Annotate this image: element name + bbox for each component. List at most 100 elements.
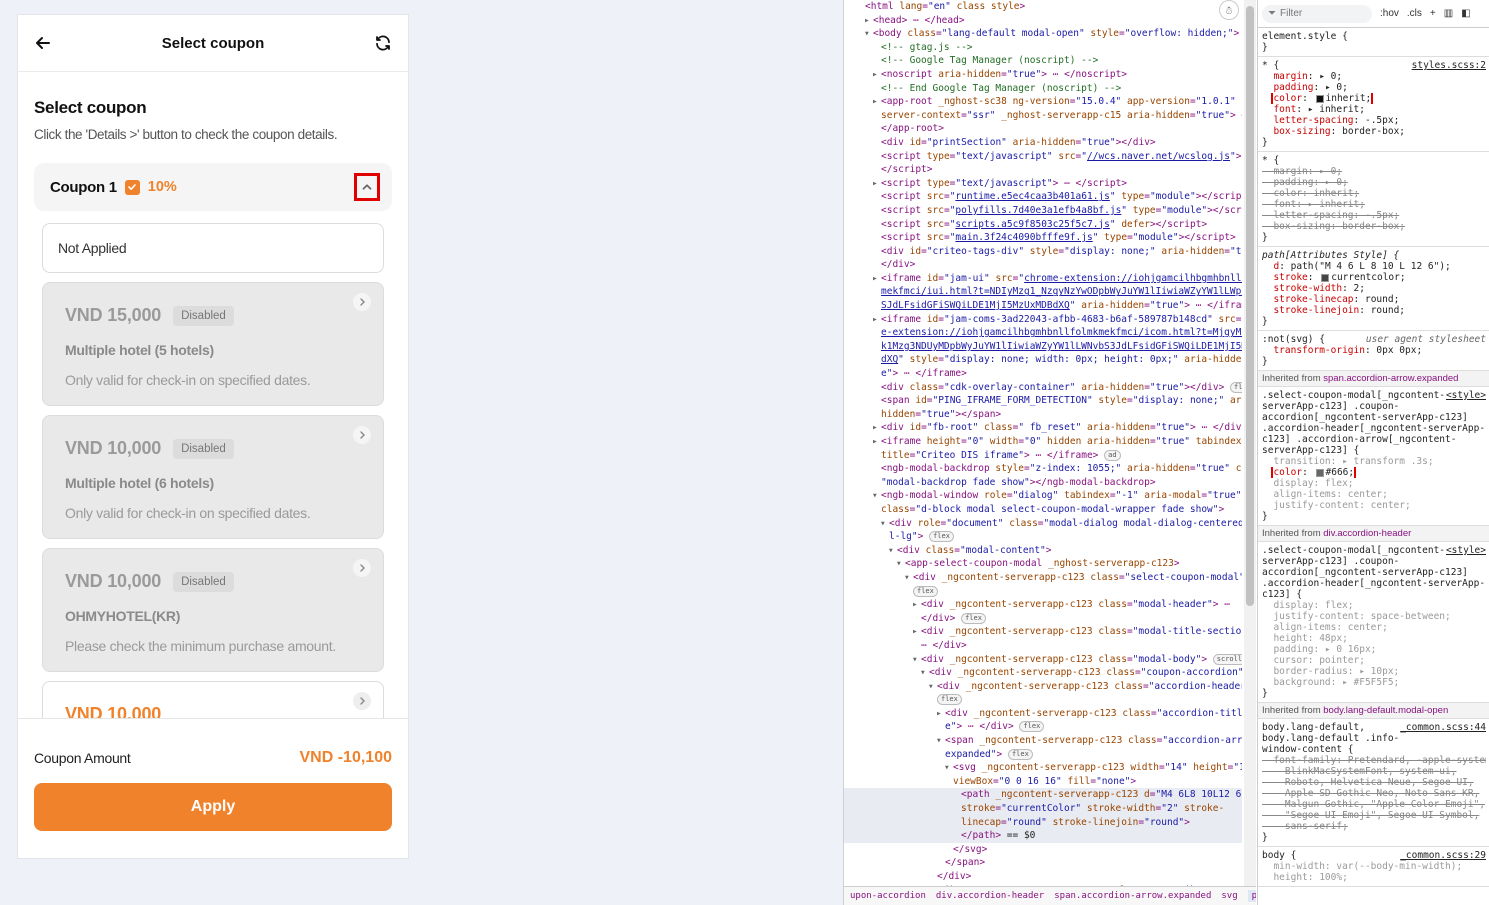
- dom-node-line[interactable]: ▸ <head> ⋯ </head>: [844, 14, 1242, 28]
- coupon-card[interactable]: VND 10,000 Disabled OHMYHOTEL(KR) Please…: [42, 548, 384, 672]
- dom-node-line[interactable]: ▸ <noscript aria-hidden="true"> ⋯ </noscr…: [844, 68, 1242, 82]
- dom-node-line[interactable]: <script type="text/javascript" src="//wc…: [844, 150, 1242, 164]
- dom-node-line[interactable]: mekfmci/iui.html?t=NDIyMzg1_NzgyNzYwODpb…: [844, 285, 1242, 299]
- elements-tree[interactable]: <html lang="en" class style> ▸ <head> ⋯ </…: [844, 0, 1242, 886]
- dom-node-line[interactable]: ▾ <span _ngcontent-serverapp-c123 class="…: [844, 734, 1242, 748]
- dom-node-line[interactable]: expanded"> flex: [844, 748, 1242, 762]
- sidebar-toggle-icon[interactable]: ◧: [1461, 8, 1470, 19]
- dom-node-line[interactable]: class="d-block modal select-coupon-modal…: [844, 503, 1242, 517]
- dom-node-line[interactable]: ▾ <svg _ngcontent-serverapp-c123 width="1…: [844, 761, 1242, 775]
- elements-scrollbar[interactable]: [1244, 0, 1256, 886]
- checkbox-checked-icon: [124, 179, 140, 195]
- dom-node-line[interactable]: ▾ <div class="modal-content">: [844, 544, 1242, 558]
- dom-node-line[interactable]: viewBox="0 0 16 16" fill="none">: [844, 775, 1242, 789]
- dom-node-line[interactable]: l-lg"> flex: [844, 530, 1242, 544]
- disabled-badge: Disabled: [173, 305, 234, 326]
- dom-node-line[interactable]: <!-- Google Tag Manager (noscript) -->: [844, 54, 1242, 68]
- back-button[interactable]: [32, 32, 54, 54]
- dom-node-line[interactable]: </script>: [844, 163, 1242, 177]
- dom-node-line[interactable]: "modal-backdrop fade show"></ngb-modal-b…: [844, 476, 1242, 490]
- dom-node-line[interactable]: ▾ <div _ngcontent-serverapp-c123 class="m…: [844, 653, 1242, 667]
- dom-node-line[interactable]: <script src="scripts.a5c9f8503c25f5c7.js…: [844, 218, 1242, 232]
- dom-node-line[interactable]: </app-root>: [844, 122, 1242, 136]
- dom-node-line[interactable]: <div class="cdk-overlay-container" aria-…: [844, 381, 1242, 395]
- accordion-arrow-button[interactable]: [354, 173, 380, 201]
- dom-node-line[interactable]: <script src="polyfills.7d40e3a1efb4a8bf.…: [844, 204, 1242, 218]
- modal-header: Select coupon: [18, 15, 408, 72]
- dom-node-line[interactable]: ▾ <div _ngcontent-serverapp-c123 class="a…: [844, 680, 1242, 694]
- dom-node-line[interactable]: </div>: [844, 258, 1242, 272]
- dom-node-line[interactable]: <!-- End Google Tag Manager (noscript) -…: [844, 82, 1242, 96]
- styles-filter-input[interactable]: ⏷ Filter: [1262, 4, 1372, 23]
- dom-node-line[interactable]: <!-- gtag.js -->: [844, 41, 1242, 55]
- dom-node-line[interactable]: <div id="printSection" aria-hidden="true…: [844, 136, 1242, 150]
- dom-node-line[interactable]: ▸ <app-root _nghost-sc38 ng-version="15.0…: [844, 95, 1242, 109]
- dom-node-line[interactable]: ▾ <body class="lang-default modal-open" s…: [844, 27, 1242, 41]
- dom-node-line[interactable]: ▾ <div _ngcontent-serverapp-c123 class="c…: [844, 666, 1242, 680]
- breadcrumb-item[interactable]: div.accordion-header: [936, 891, 1044, 901]
- dom-node-line[interactable]: </div>: [844, 870, 1242, 884]
- dom-node-line[interactable]: <path _ngcontent-serverapp-c123 d="M4 6L…: [844, 788, 1242, 803]
- chevron-right-icon[interactable]: [353, 293, 371, 311]
- dom-node-line[interactable]: flex: [844, 585, 1242, 599]
- dom-node-line[interactable]: ▸<div _ngcontent-serverapp-c123 class="a…: [844, 707, 1242, 721]
- cls-toggle[interactable]: .cls: [1407, 8, 1422, 19]
- hov-toggle[interactable]: :hov: [1380, 8, 1399, 19]
- breadcrumb-item[interactable]: svg: [1221, 891, 1237, 901]
- coupon-card[interactable]: VND 10,000 Disabled Multiple hotel (6 ho…: [42, 415, 384, 539]
- dom-node-line[interactable]: ▸ <div _ngcontent-serverapp-c123 class="m…: [844, 598, 1242, 612]
- dom-node-line[interactable]: k1Mzg3NDUyMDpbWyJuYW1lIiwiaWZyYW1lLWNvbS…: [844, 340, 1242, 354]
- dom-node-line[interactable]: <span id="PING_IFRAME_FORM_DETECTION" st…: [844, 394, 1242, 408]
- dom-node-line[interactable]: e"> ⋯ </iframe>: [844, 367, 1242, 381]
- coupon-price: VND 10,000: [65, 438, 162, 458]
- dom-node-line[interactable]: ▸ <div id="fb-root" class=" fb_reset" ari…: [844, 421, 1242, 435]
- coupon-price-row: VND 10,000 Disabled: [65, 438, 361, 459]
- dom-node-line[interactable]: hidden="true"></span>: [844, 408, 1242, 422]
- dom-node-line[interactable]: ⋯ </div>: [844, 639, 1242, 653]
- dom-node-line[interactable]: ▾ <ngb-modal-window role="dialog" tabinde…: [844, 489, 1242, 503]
- dom-node-line[interactable]: ▸ <iframe id="jam-coms-3ad22043-afbb-4683…: [844, 313, 1242, 327]
- apply-button[interactable]: Apply: [34, 783, 392, 831]
- dom-node-line[interactable]: stroke="currentColor" stroke-width="2" s…: [844, 802, 1242, 816]
- add-rule-icon[interactable]: +: [1430, 8, 1436, 19]
- dom-node-line[interactable]: <script src="main.3f24c4090bfffe9f.js" t…: [844, 231, 1242, 245]
- dom-node-line[interactable]: title="Criteo DIS iframe"> ⋯ </iframe> a…: [844, 449, 1242, 463]
- dom-node-line[interactable]: SJdLFsidGFiSWQiLDE1MjI5MzUxMDBdXQ" aria-…: [844, 299, 1242, 313]
- dom-node-line[interactable]: <html lang="en" class style>: [844, 0, 1242, 14]
- dom-node-line[interactable]: ▸ <script type="text/javascript"> ⋯ </scr…: [844, 177, 1242, 191]
- accordion-header[interactable]: Coupon 1 10%: [34, 163, 392, 211]
- refresh-button[interactable]: [372, 32, 394, 54]
- chevron-right-icon[interactable]: [353, 426, 371, 444]
- dom-node-line[interactable]: linecap="round" stroke-linejoin="round">: [844, 815, 1242, 830]
- breadcrumb-item[interactable]: span.accordion-arrow.expanded: [1054, 891, 1211, 901]
- dom-node-line[interactable]: flex: [844, 693, 1242, 707]
- dom-node-line[interactable]: server-context="ssr" _nghost-serverapp-c…: [844, 109, 1242, 123]
- inherited-header: Inherited from span.accordion-arrow.expa…: [1258, 371, 1489, 387]
- accessibility-icon[interactable]: ☃: [1219, 0, 1239, 20]
- not-applied-option[interactable]: Not Applied: [42, 223, 384, 273]
- dom-node-line[interactable]: ▾ <div role="document" class="modal-dialo…: [844, 517, 1242, 531]
- modal-body[interactable]: Coupon 1 10% Not Applied VND 15,000 Disa…: [18, 163, 408, 718]
- chevron-right-icon[interactable]: [353, 692, 371, 710]
- dom-node-line[interactable]: <script src="runtime.e5ec4caa3b401a61.js…: [844, 190, 1242, 204]
- dom-node-line[interactable]: <ngb-modal-backdrop style="z-index: 1055…: [844, 462, 1242, 476]
- dom-node-line[interactable]: </path> == $0: [844, 829, 1242, 843]
- paint-icon[interactable]: ▥: [1444, 8, 1453, 19]
- dom-node-line[interactable]: ▾ <app-select-coupon-modal _nghost-server…: [844, 557, 1242, 571]
- dom-node-line[interactable]: ▸ <iframe height="0" width="0" hidden ari…: [844, 435, 1242, 449]
- dom-node-line[interactable]: ▸ <div _ngcontent-serverapp-c123 class="m…: [844, 625, 1242, 639]
- dom-node-line[interactable]: </div> flex: [844, 612, 1242, 626]
- breadcrumb-item[interactable]: upon-accordion: [850, 891, 926, 901]
- dom-node-line[interactable]: ▸ <iframe id="jam-ui" src="chrome-extensi…: [844, 272, 1242, 286]
- chevron-right-icon[interactable]: [353, 559, 371, 577]
- dom-node-line[interactable]: </span>: [844, 856, 1242, 870]
- dom-node-line[interactable]: </svg>: [844, 843, 1242, 857]
- coupon-card[interactable]: VND 10,000: [42, 681, 384, 718]
- dom-node-line[interactable]: ▾ <div _ngcontent-serverapp-c123 class="s…: [844, 571, 1242, 585]
- dom-node-line[interactable]: dXQ" style="display: none; width: 0px; h…: [844, 353, 1242, 367]
- dom-node-line[interactable]: <div id="criteo-tags-div" style="display…: [844, 245, 1242, 259]
- coupon-card[interactable]: VND 15,000 Disabled Multiple hotel (5 ho…: [42, 282, 384, 406]
- breadcrumb-item[interactable]: path: [1247, 890, 1256, 902]
- dom-node-line[interactable]: e-extension://iohjgamcilhbgmhbnllfolmkme…: [844, 326, 1242, 340]
- dom-node-line[interactable]: e"> ⋯ </div> flex: [844, 720, 1242, 734]
